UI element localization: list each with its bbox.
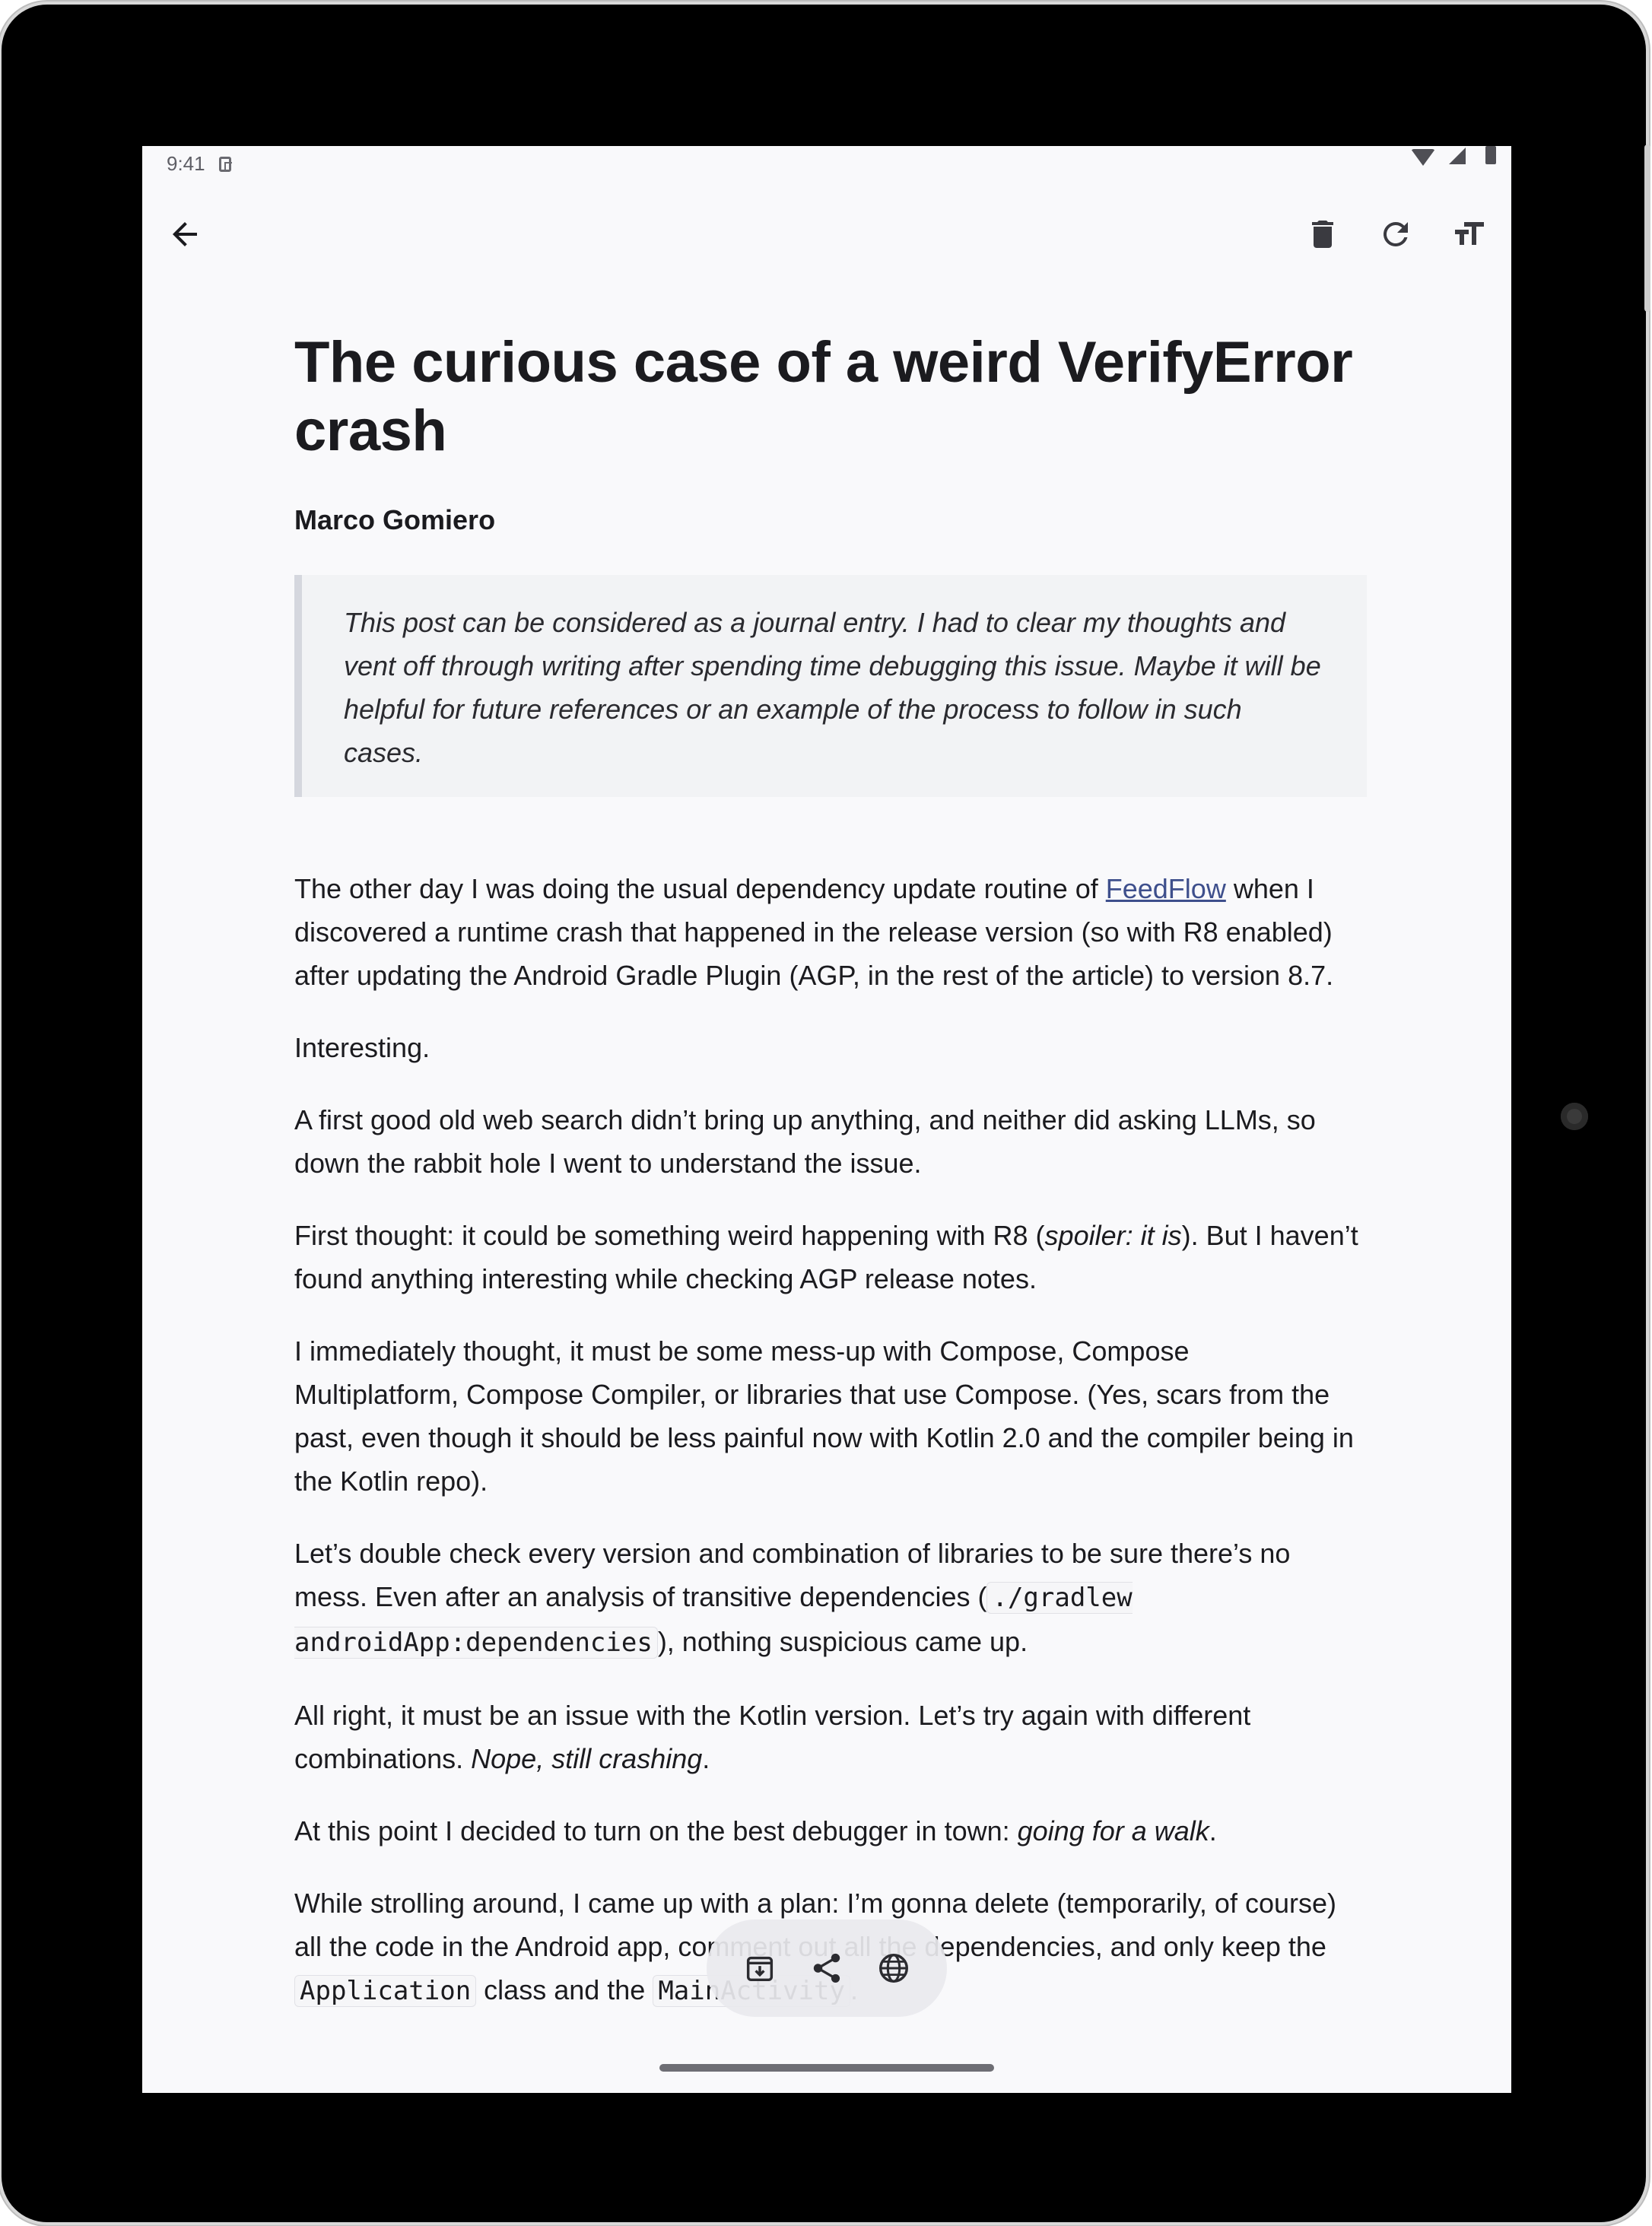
inline-code: Application bbox=[294, 1975, 477, 2007]
front-camera bbox=[1561, 1103, 1588, 1130]
gesture-nav-handle[interactable] bbox=[659, 2064, 994, 2072]
device-bezel: 9:41 The curious case of a weird VerifyE… bbox=[2, 5, 1646, 2222]
article-title: The curious case of a weird VerifyError … bbox=[294, 330, 1353, 463]
refresh-icon bbox=[1383, 221, 1408, 246]
share-button[interactable] bbox=[802, 1944, 851, 1993]
paragraph: The other day I was doing the usual depe… bbox=[294, 867, 1359, 997]
text-size-icon bbox=[1455, 222, 1484, 245]
delete-button[interactable] bbox=[1289, 201, 1356, 268]
text-size-button[interactable] bbox=[1435, 201, 1502, 268]
paragraph-text: The other day I was doing the usual depe… bbox=[294, 873, 1106, 904]
refresh-button[interactable] bbox=[1362, 201, 1429, 268]
paragraph-text: class and the bbox=[476, 1974, 653, 2005]
signal-icon bbox=[1449, 148, 1466, 164]
paragraph-text: All right, it must be an issue with the … bbox=[294, 1700, 1251, 1774]
paragraph-text: . bbox=[702, 1743, 710, 1774]
paragraph: Let’s double check every version and com… bbox=[294, 1532, 1359, 1665]
open-in-browser-icon bbox=[879, 1954, 908, 1983]
wifi-icon bbox=[1411, 149, 1435, 166]
sim-icon bbox=[219, 157, 232, 172]
back-arrow-icon bbox=[173, 222, 197, 246]
back-button[interactable] bbox=[151, 201, 218, 268]
emphasis-text: Nope, still crashing bbox=[471, 1743, 703, 1774]
paragraph-text: Let’s double check every version and com… bbox=[294, 1538, 1291, 1612]
paragraph-text: ), nothing suspicious came up. bbox=[657, 1626, 1028, 1657]
screen: 9:41 The curious case of a weird VerifyE… bbox=[142, 146, 1511, 2093]
floating-action-bar bbox=[707, 1920, 947, 2017]
paragraph: At this point I decided to turn on the b… bbox=[294, 1809, 1359, 1853]
top-toolbar bbox=[142, 192, 1511, 283]
emphasis-text: going for a walk bbox=[1017, 1815, 1209, 1847]
paragraph-text: First thought: it could be something wei… bbox=[294, 1220, 1045, 1251]
blockquote: This post can be considered as a journal… bbox=[294, 575, 1367, 797]
paragraph: Interesting. bbox=[294, 1032, 430, 1063]
paragraph: All right, it must be an issue with the … bbox=[294, 1694, 1359, 1780]
battery-icon bbox=[1485, 146, 1496, 164]
paragraph: First thought: it could be something wei… bbox=[294, 1214, 1359, 1300]
paragraph-text: . bbox=[1209, 1815, 1217, 1847]
feedflow-link[interactable]: FeedFlow bbox=[1106, 873, 1226, 904]
share-icon bbox=[813, 1953, 840, 1983]
save-offline-button[interactable] bbox=[735, 1944, 784, 1993]
status-time: 9:41 bbox=[167, 152, 205, 175]
article-author: Marco Gomiero bbox=[294, 504, 496, 535]
power-button bbox=[1644, 144, 1650, 312]
paragraph-text: At this point I decided to turn on the b… bbox=[294, 1815, 1018, 1847]
delete-icon bbox=[1312, 221, 1333, 248]
save-offline-icon bbox=[746, 1956, 774, 1982]
status-bar: 9:41 bbox=[142, 146, 1511, 179]
article: The curious case of a weird VerifyError … bbox=[294, 329, 1367, 2013]
paragraph: I immediately thought, it must be some m… bbox=[294, 1335, 1354, 1497]
open-in-browser-button[interactable] bbox=[869, 1944, 918, 1993]
emphasis-text: spoiler: it is bbox=[1044, 1220, 1182, 1251]
paragraph: A first good old web search didn’t bring… bbox=[294, 1104, 1316, 1179]
